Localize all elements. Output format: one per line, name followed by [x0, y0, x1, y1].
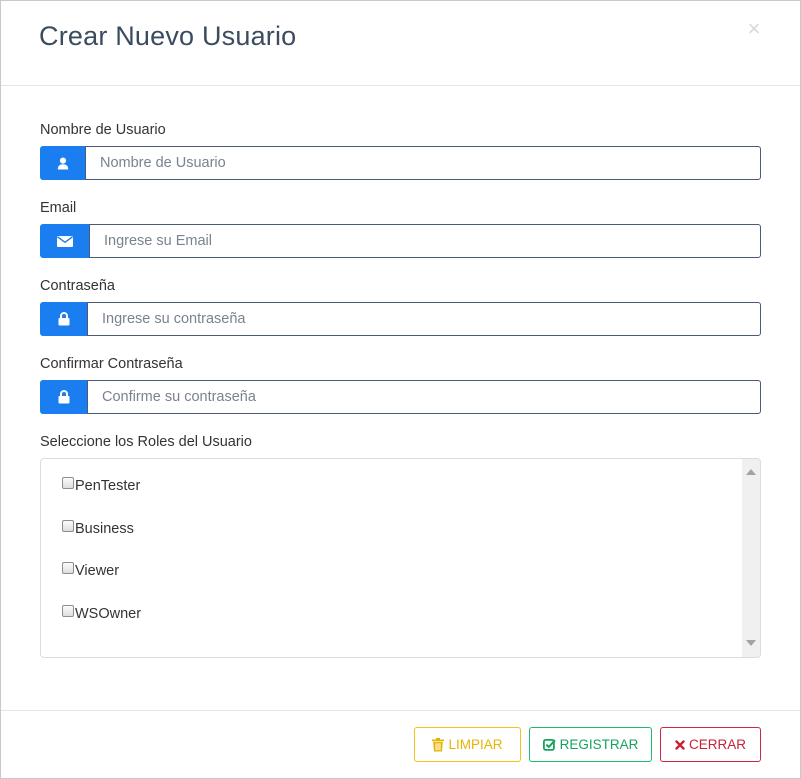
scroll-down-arrow-icon[interactable] — [742, 635, 760, 651]
close-icon[interactable]: × — [744, 17, 764, 41]
trash-icon — [432, 737, 445, 752]
role-option-viewer[interactable]: Viewer — [62, 562, 120, 579]
password-input[interactable] — [87, 302, 761, 336]
role-option-business[interactable]: Business — [62, 520, 134, 537]
confirm-password-input[interactable] — [87, 380, 761, 414]
lock-icon — [40, 380, 87, 414]
password-label: Contraseña — [40, 278, 115, 294]
clear-button-label: LIMPIAR — [448, 737, 503, 752]
user-icon — [40, 146, 85, 180]
role-option-label: PenTester — [75, 478, 141, 494]
role-option-label: Business — [75, 521, 134, 537]
roles-label: Seleccione los Roles del Usuario — [40, 434, 252, 450]
role-checkbox[interactable] — [62, 562, 74, 574]
confirm-password-input-group — [40, 380, 761, 414]
email-input[interactable] — [89, 224, 761, 258]
register-button[interactable]: REGISTRAR — [529, 727, 652, 762]
roles-listbox[interactable]: PenTester Business Viewer WSOwner — [40, 458, 761, 658]
username-label: Nombre de Usuario — [40, 122, 166, 138]
check-square-icon — [542, 738, 556, 751]
lock-icon — [40, 302, 87, 336]
email-label: Email — [40, 200, 77, 216]
role-option-label: Viewer — [75, 563, 120, 579]
role-option-pentester[interactable]: PenTester — [62, 477, 141, 494]
roles-scrollbar[interactable] — [742, 459, 760, 657]
register-button-label: REGISTRAR — [559, 737, 639, 752]
modal-footer: LIMPIAR REGISTRAR CERRAR — [1, 710, 800, 778]
role-checkbox[interactable] — [62, 520, 74, 532]
scroll-up-arrow-icon[interactable] — [742, 464, 760, 480]
create-user-modal: Crear Nuevo Usuario × Nombre de Usuario … — [0, 0, 801, 779]
role-option-label: WSOwner — [75, 606, 142, 622]
role-checkbox[interactable] — [62, 477, 74, 489]
username-input-group — [40, 146, 761, 180]
role-option-wsowner[interactable]: WSOwner — [62, 605, 142, 622]
password-input-group — [40, 302, 761, 336]
close-x-icon — [675, 739, 685, 750]
username-input[interactable] — [85, 146, 761, 180]
role-checkbox[interactable] — [62, 605, 74, 617]
confirm-password-label: Confirmar Contraseña — [40, 356, 183, 372]
modal-title: Crear Nuevo Usuario — [39, 21, 297, 51]
envelope-icon — [40, 224, 89, 258]
modal-header: Crear Nuevo Usuario × — [1, 1, 800, 86]
close-button-label: CERRAR — [688, 737, 746, 752]
email-input-group — [40, 224, 761, 258]
close-button[interactable]: CERRAR — [660, 727, 761, 762]
clear-button[interactable]: LIMPIAR — [414, 727, 521, 762]
